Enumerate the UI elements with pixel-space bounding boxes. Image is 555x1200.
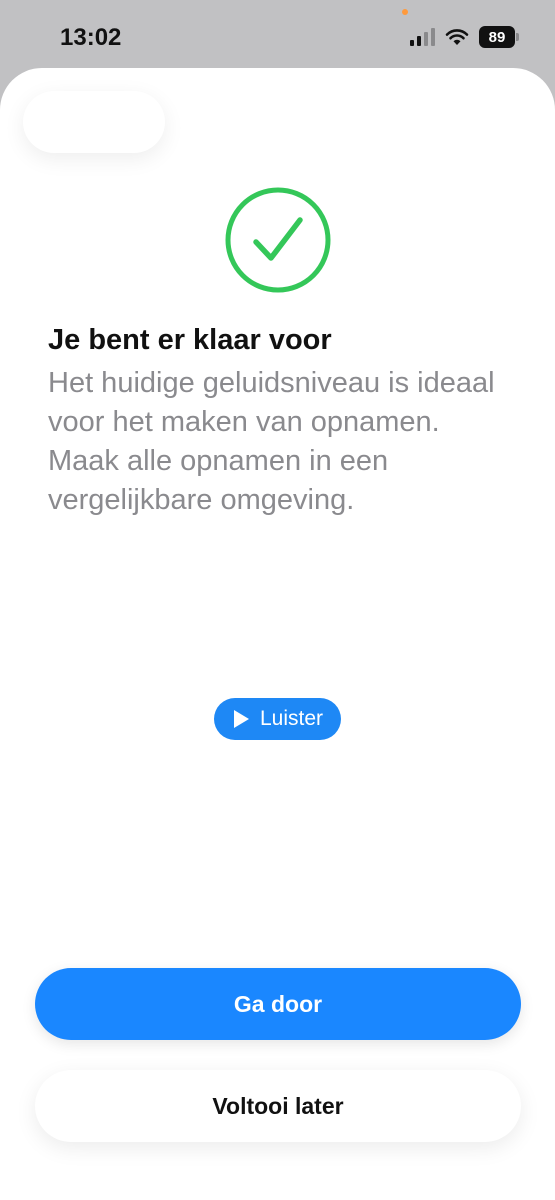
listen-button[interactable]: Luister bbox=[214, 698, 341, 740]
description-text: Het huidige geluidsniveau is ideaal voor… bbox=[48, 367, 495, 516]
continue-button[interactable]: Ga door bbox=[35, 968, 521, 1040]
top-pill-placeholder bbox=[23, 91, 165, 153]
checkmark-circle-icon bbox=[225, 187, 331, 293]
status-bar: 13:02 89 bbox=[0, 0, 555, 68]
cellular-signal-icon bbox=[410, 28, 435, 46]
listen-button-label: Luister bbox=[259, 707, 324, 730]
battery-level: 89 bbox=[488, 28, 506, 46]
modal-sheet: Je bent er klaar voor Het huidige geluid… bbox=[0, 68, 555, 1200]
finish-later-button[interactable]: Voltooi later bbox=[35, 1070, 521, 1142]
status-icons: 89 bbox=[410, 24, 519, 50]
page-title: Je bent er klaar voor bbox=[48, 324, 332, 356]
play-icon bbox=[233, 710, 249, 728]
wifi-icon bbox=[445, 29, 469, 45]
battery-icon: 89 bbox=[479, 26, 519, 48]
privacy-indicator-dot bbox=[402, 9, 408, 15]
status-time: 13:02 bbox=[60, 24, 122, 51]
